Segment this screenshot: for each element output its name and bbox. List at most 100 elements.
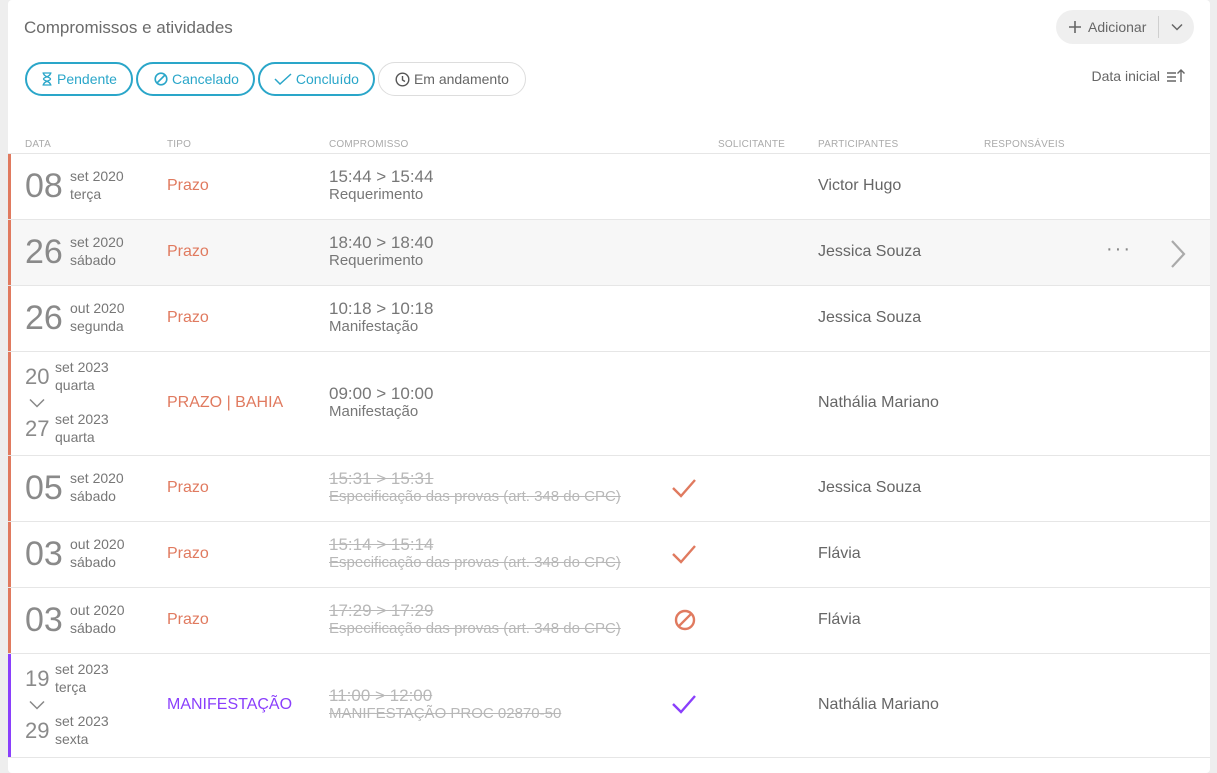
row-accent-bar — [8, 220, 11, 285]
column-header-data: DATA — [25, 139, 51, 150]
filter-label: Pendente — [57, 71, 117, 87]
add-button-label: Adicionar — [1088, 19, 1147, 35]
table-header: DATA TIPO COMPROMISSO SOLICITANTE PARTIC… — [8, 137, 1210, 154]
end-date-day: 29 — [25, 718, 50, 743]
date-day: 26 — [25, 233, 63, 271]
sort-control[interactable]: Data inicial — [1092, 68, 1186, 84]
row-accent-bar — [8, 352, 11, 455]
end-date-month-year: set 2023 — [55, 411, 109, 427]
appointment-time: 15:14 > 15:14 — [329, 535, 434, 554]
date-day: 03 — [25, 535, 63, 573]
add-dropdown-button[interactable] — [1159, 10, 1194, 44]
filter-label: Em andamento — [413, 71, 509, 87]
date-weekday: sábado — [70, 620, 116, 636]
appointment-name: MANIFESTAÇÃO PROC 02870-50 — [329, 705, 562, 722]
appointment-name: Especificação das provas (art. 348 do CP… — [329, 620, 621, 637]
appointment-info: 15:14 > 15:14 Especificação das provas (… — [329, 535, 621, 571]
date-month-year: out 2020 — [70, 602, 125, 618]
date-weekday: terça — [70, 186, 102, 202]
participant: Victor Hugo — [818, 177, 902, 194]
date-weekday: sábado — [70, 554, 116, 570]
appointment-name: Especificação das provas (art. 348 do CP… — [329, 554, 621, 571]
start-date-day: 19 — [25, 666, 50, 691]
appointment-info: 15:44 > 15:44 Requerimento — [329, 167, 433, 203]
participant: Nathália Mariano — [818, 696, 939, 713]
row-type: Prazo — [167, 545, 209, 562]
filter-em-andamento[interactable]: Em andamento — [377, 62, 526, 96]
page-title: Compromissos e atividades — [24, 18, 233, 37]
table-row[interactable]: 03 out 2020 sábado Prazo 17:29 > 17:29 E… — [8, 588, 1210, 654]
start-date-weekday: quarta — [55, 377, 95, 393]
clock-icon — [395, 71, 410, 87]
chevron-down-icon — [29, 700, 45, 710]
date-month-year: set 2020 — [70, 470, 124, 486]
appointment-info: 09:00 > 10:00 Manifestação — [329, 384, 433, 420]
filter-label: Concluído — [295, 71, 359, 87]
row-accent-bar — [8, 588, 11, 653]
add-button[interactable]: Adicionar — [1056, 10, 1158, 44]
plus-icon — [1069, 21, 1081, 33]
appointment-time: 10:18 > 10:18 — [329, 299, 434, 318]
check-icon — [672, 695, 696, 714]
date-month-year: set 2020 — [70, 234, 124, 250]
participant: Flávia — [818, 611, 861, 628]
date-weekday: sábado — [70, 488, 116, 504]
end-date-weekday: sexta — [55, 731, 89, 747]
table-row[interactable]: 26 out 2020 segunda Prazo 10:18 > 10:18 … — [8, 286, 1210, 352]
chevron-right-icon — [1171, 240, 1186, 268]
ban-icon — [674, 609, 696, 631]
appointment-time: 15:31 > 15:31 — [329, 469, 434, 488]
table-row[interactable]: 08 set 2020 terça Prazo 15:44 > 15:44 Re… — [8, 154, 1210, 220]
table-row[interactable]: 26 set 2020 sábado Prazo 18:40 > 18:40 R… — [8, 220, 1210, 286]
date-weekday: sábado — [70, 252, 116, 268]
filter-label: Cancelado — [171, 71, 239, 87]
appointment-name: Requerimento — [329, 186, 424, 203]
status-filters: Pendente Cancelado Concluído Em andament… — [25, 62, 526, 96]
row-open-button[interactable] — [1168, 239, 1188, 274]
table-row[interactable]: 20 set 2023 quarta 27 set 2023 quarta PR… — [8, 352, 1210, 456]
date-month-year: out 2020 — [70, 536, 125, 552]
check-icon — [672, 545, 696, 564]
row-accent-bar — [8, 456, 11, 521]
appointment-name: Requerimento — [329, 252, 424, 269]
row-type: Prazo — [167, 611, 209, 628]
row-type: Prazo — [167, 243, 209, 260]
filter-concluido[interactable]: Concluído — [257, 62, 375, 96]
start-date-month-year: set 2023 — [55, 661, 109, 677]
appointment-time: 09:00 > 10:00 — [329, 384, 434, 403]
row-accent-bar — [8, 654, 11, 757]
row-accent-bar — [8, 154, 11, 219]
date-weekday: segunda — [70, 318, 124, 334]
appointment-info: 18:40 > 18:40 Requerimento — [329, 233, 433, 269]
row-accent-bar — [8, 286, 11, 351]
column-header-tipo: TIPO — [167, 139, 192, 150]
hourglass-icon — [42, 72, 52, 86]
end-date-month-year: set 2023 — [55, 713, 109, 729]
date-day: 08 — [25, 167, 63, 205]
appointment-name: Especificação das provas (art. 348 do CP… — [329, 488, 621, 505]
row-type: Prazo — [167, 177, 209, 194]
participant: Flávia — [818, 545, 861, 562]
appointment-name: Manifestação — [329, 403, 419, 420]
appointment-time: 18:40 > 18:40 — [329, 233, 434, 252]
appointment-time: 11:00 > 12:00 — [329, 686, 433, 705]
date-day: 26 — [25, 299, 63, 337]
add-button-group: Adicionar — [1056, 10, 1194, 44]
participant: Jessica Souza — [818, 479, 922, 496]
table-row[interactable]: 19 set 2023 terça 29 set 2023 sexta MANI… — [8, 654, 1210, 758]
appointments-card: Compromissos e atividades Adicionar Pend… — [8, 0, 1210, 773]
end-date-weekday: quarta — [55, 429, 95, 445]
filter-pendente[interactable]: Pendente — [25, 62, 133, 96]
filter-cancelado[interactable]: Cancelado — [135, 62, 255, 96]
date-day: 05 — [25, 469, 63, 507]
sort-label: Data inicial — [1091, 68, 1160, 84]
appointment-name: Manifestação — [329, 318, 419, 335]
more-options-button[interactable]: ··· — [1106, 238, 1132, 261]
table-row[interactable]: 05 set 2020 sábado Prazo 15:31 > 15:31 E… — [8, 456, 1210, 522]
table-row[interactable]: 03 out 2020 sábado Prazo 15:14 > 15:14 E… — [8, 522, 1210, 588]
check-icon — [274, 73, 292, 85]
start-date-weekday: terça — [55, 679, 87, 695]
appointment-info: 15:31 > 15:31 Especificação das provas (… — [329, 469, 621, 505]
participant: Nathália Mariano — [818, 394, 939, 411]
sort-ascending-icon — [1167, 69, 1185, 82]
